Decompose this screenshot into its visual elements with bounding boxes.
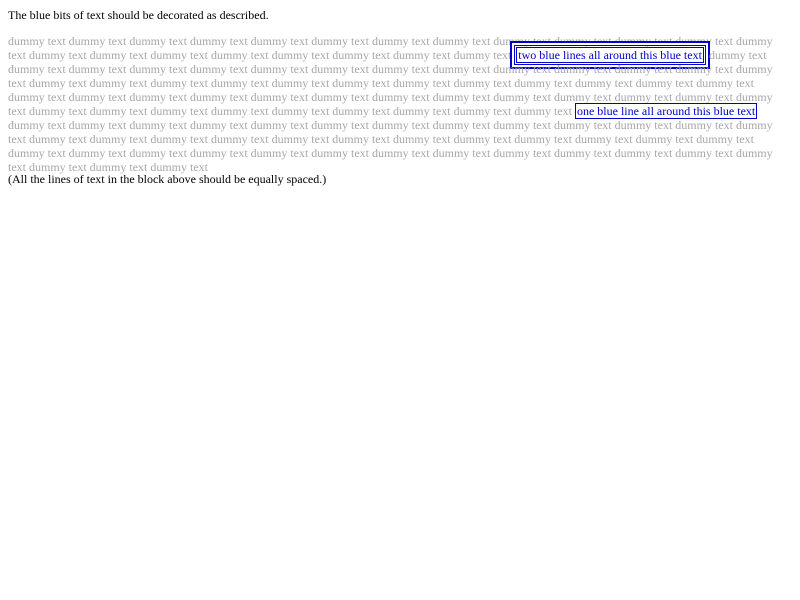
single-outline-text: one blue line all around this blue text <box>574 103 758 119</box>
filler-text-after: dummy text dummy text dummy text dummy t… <box>8 118 773 174</box>
outro-text: (All the lines of text in the block abov… <box>8 172 327 186</box>
intro-text: The blue bits of text should be decorate… <box>8 8 269 22</box>
dummy-text-block: dummy text dummy text dummy text dummy t… <box>8 34 778 174</box>
